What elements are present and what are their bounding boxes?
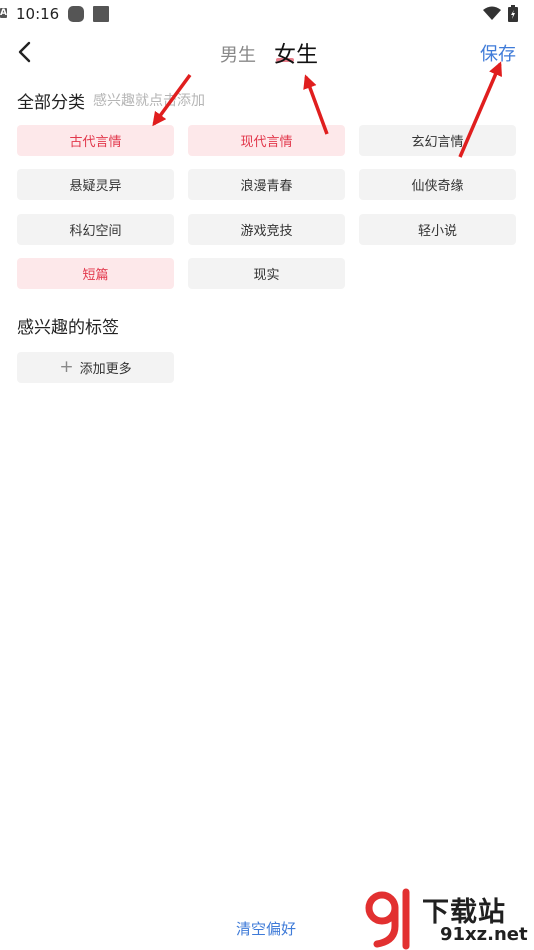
plus-icon: + [59,357,74,377]
tab-male[interactable]: 男生 [220,41,256,67]
back-arrow-icon[interactable] [14,38,38,66]
add-more-tags-button[interactable]: + 添加更多 [17,352,174,383]
category-chip-gaming[interactable]: 游戏竞技 [188,214,345,245]
add-more-label: 添加更多 [79,362,132,377]
category-chip-ancient-romance[interactable]: 古代言情 [17,125,174,156]
save-button[interactable]: 保存 [480,40,516,66]
notification-icon [93,6,109,22]
notification-icon [68,6,84,22]
status-time: 10:16 [16,5,60,23]
tab-female[interactable]: 女生 [274,37,318,69]
section-title-interest-tags: 感兴趣的标签 [17,318,119,338]
wifi-icon [483,6,501,20]
category-chip-short-story[interactable]: 短篇 [17,258,174,289]
section-hint: 感兴趣就点击添加 [93,93,205,109]
watermark-91-mark [365,888,410,950]
status-bar: 10:16 A [0,0,534,28]
clear-preferences-button[interactable]: 清空偏好 [236,918,296,939]
category-chip-scifi[interactable]: 科幻空间 [17,214,174,245]
category-chip-suspense[interactable]: 悬疑灵异 [17,169,174,200]
watermark-domain: 91xz.net [440,924,528,945]
category-chip-youth[interactable]: 浪漫青春 [188,169,345,200]
category-chip-light-novel[interactable]: 轻小说 [359,214,516,245]
category-chip-fantasy-romance[interactable]: 玄幻言情 [359,125,516,156]
category-chip-modern-romance[interactable]: 现代言情 [188,125,345,156]
battery-icon [508,5,518,22]
app-notification-icon: A [0,8,7,18]
watermark-logo: 下载站 91xz.net [362,884,534,950]
section-title-all-categories: 全部分类 [17,93,85,113]
category-chip-xianxia[interactable]: 仙侠奇缘 [359,169,516,200]
category-chip-realistic[interactable]: 现实 [188,258,345,289]
